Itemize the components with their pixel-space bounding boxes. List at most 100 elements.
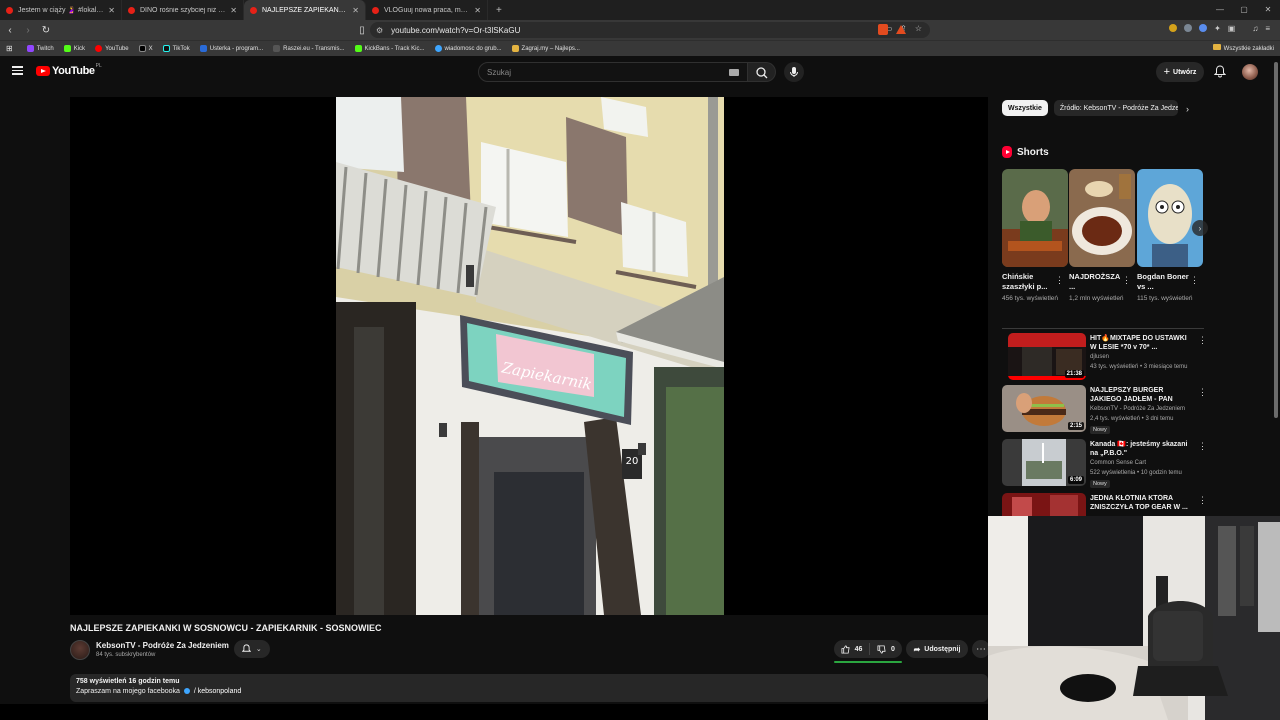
more-vert-icon[interactable]: ⋮	[1055, 275, 1064, 286]
star-icon[interactable]: ☆	[915, 24, 922, 33]
bookmark-raszei[interactable]: Raszei.eu - Transmis...	[273, 45, 345, 52]
browser-tab[interactable]: DINO rośnie szybciej niż UDL - jak w... …	[122, 0, 244, 20]
reload-icon[interactable]: ↻	[38, 25, 54, 36]
bookmark-kickbans[interactable]: KickBans - Track Kic...	[354, 45, 425, 52]
share-button[interactable]: ➦ Udostępnij	[906, 640, 968, 658]
browser-tab[interactable]: Jestem w ciąży 🤰 #lokal2311 #ciąża ... ✕	[0, 0, 122, 20]
channel-name[interactable]: djlusen	[1090, 354, 1109, 360]
chip-all[interactable]: Wszystkie	[1002, 100, 1048, 116]
video-thumbnail-image: Zapiekarnik 20	[336, 97, 724, 615]
extension-icon[interactable]	[1184, 24, 1193, 32]
maximize-icon[interactable]: ▢	[1232, 0, 1256, 20]
more-vert-icon[interactable]: ⋮	[1198, 441, 1207, 452]
bookmark-x[interactable]: X	[138, 45, 153, 52]
video-title[interactable]: HIT🔥MIXTAPE DO USTAWKI W LESIE *70 v 70*…	[1090, 334, 1194, 352]
video-title[interactable]: NAJLEPSZY BURGER JAKIEGO JADŁEM - PAN BU…	[1090, 386, 1194, 404]
account-avatar[interactable]	[1242, 64, 1258, 80]
like-button[interactable]: 46	[834, 643, 870, 655]
minimize-icon[interactable]: —	[1208, 0, 1232, 20]
video-thumbnail[interactable]: 6:09	[1002, 439, 1086, 486]
chip-source[interactable]: Źródło: KebsonTV - Podróże Za Jedzeniem	[1053, 100, 1178, 116]
video-title[interactable]: Kanada 🇨🇦: jesteśmy skazani na „P.B.O."	[1090, 440, 1194, 458]
close-icon[interactable]: ✕	[230, 6, 237, 15]
bookmark-usterka[interactable]: Usterka - program...	[199, 45, 264, 52]
more-vert-icon[interactable]: ⋮	[1198, 335, 1207, 346]
short-title[interactable]: Bogdan Boner vs ...	[1137, 272, 1193, 292]
media-icon[interactable]: ♫	[1252, 24, 1258, 33]
create-button[interactable]: + Utwórz	[1156, 62, 1204, 82]
bookmark-label: Usterka - program...	[209, 45, 264, 52]
channel-name[interactable]: KebsonTV - Podróże Za Jedzeniem	[96, 641, 229, 650]
short-item[interactable]: NAJDROŻSZA ... 1,2 mln wyświetleń ⋮	[1069, 169, 1135, 304]
bookmark-wiadomosc[interactable]: wiadomosc do grub...	[434, 45, 502, 52]
puzzle-icon[interactable]: ✦	[1214, 24, 1221, 33]
search-button[interactable]	[748, 62, 776, 82]
short-item[interactable]: Bogdan Boner vs ... 115 tys. wyświetleń …	[1137, 169, 1203, 304]
rewards-icon[interactable]	[896, 25, 906, 34]
subscription-bell-button[interactable]: ⌄	[234, 640, 270, 658]
chevron-right-icon[interactable]: ›	[1186, 104, 1189, 114]
brave-shield-icon[interactable]	[878, 24, 888, 35]
keyboard-icon[interactable]	[729, 69, 739, 76]
short-title[interactable]: NAJDROŻSZA ...	[1069, 272, 1125, 292]
bookmark-zagraj[interactable]: Zagraj.my – Najleps...	[511, 45, 580, 52]
address-bar[interactable]: ⚙ youtube.com/watch?v=Or-t3lSKaGU ▭ ⇪ ☆	[370, 22, 930, 38]
channel-name[interactable]: KebsonTV - Podróże Za Jedzeniem	[1090, 406, 1185, 412]
extension-icon[interactable]	[1169, 24, 1178, 32]
recommended-video[interactable]: 2:15 NAJLEPSZY BURGER JAKIEGO JADŁEM - P…	[1002, 385, 1207, 435]
menu-icon[interactable]	[12, 66, 23, 75]
close-window-icon[interactable]: ✕	[1256, 0, 1280, 20]
sidebar-icon[interactable]: ▣	[1228, 24, 1236, 33]
extension-icon[interactable]	[1199, 24, 1208, 32]
video-thumbnail[interactable]: 21:38	[1008, 333, 1086, 380]
notifications-button[interactable]	[1213, 65, 1227, 81]
short-thumbnail[interactable]	[1069, 169, 1135, 267]
close-icon[interactable]: ✕	[352, 6, 359, 15]
browser-tab[interactable]: VLOGuuj nowa praca, moje przedmio... ✕	[366, 0, 488, 20]
short-thumbnail[interactable]	[1002, 169, 1068, 267]
more-vert-icon[interactable]: ⋮	[1122, 275, 1131, 286]
video-duration: 21:38	[1064, 370, 1084, 378]
site-info-icon[interactable]: ⚙	[376, 26, 383, 35]
back-icon[interactable]: ‹	[2, 25, 18, 36]
bookmark-tiktok[interactable]: TikTok	[162, 45, 190, 52]
apps-icon[interactable]: ⊞	[6, 44, 13, 53]
bookmark-twitch[interactable]: Twitch	[26, 45, 54, 52]
all-bookmarks[interactable]: Wszystkie zakładki	[1212, 44, 1274, 52]
bookmarks-bar: ⊞ Twitch Kick YouTube X TikTok Usterka -…	[0, 40, 1280, 56]
video-thumbnail[interactable]: 2:15	[1002, 385, 1086, 432]
search-input[interactable]	[487, 68, 717, 77]
bookmark-kick[interactable]: Kick	[63, 45, 85, 52]
youtube-logo[interactable]: YouTube PL	[36, 63, 102, 77]
more-vert-icon[interactable]: ⋮	[1198, 387, 1207, 398]
bookmark-icon[interactable]: ▯	[354, 25, 370, 36]
close-icon[interactable]: ✕	[108, 6, 115, 15]
short-title[interactable]: Chińskie szaszłyki p...	[1002, 272, 1058, 292]
short-thumbnail[interactable]	[1137, 169, 1203, 267]
recommended-video[interactable]: 6:09 Kanada 🇨🇦: jesteśmy skazani na „P.B…	[1002, 439, 1207, 489]
chevron-right-icon[interactable]: ›	[1192, 220, 1208, 236]
bookmark-youtube[interactable]: YouTube	[95, 45, 129, 52]
youtube-header: YouTube PL + Utwórz	[0, 56, 1280, 88]
site-icon	[273, 45, 281, 52]
channel-name[interactable]: Common Sense Cart	[1090, 460, 1146, 466]
forward-icon[interactable]: ›	[20, 25, 36, 36]
voice-search-button[interactable]	[784, 62, 804, 82]
facebook-link[interactable]: / kebsonpoland	[194, 688, 241, 695]
new-tab-icon[interactable]: +	[496, 5, 502, 16]
recommended-video[interactable]: 21:38 HIT🔥MIXTAPE DO USTAWKI W LESIE *70…	[1002, 333, 1207, 383]
shorts-title: Shorts	[1017, 146, 1049, 158]
description-box[interactable]: 758 wyświetleń 16 godzin temu Zapraszam …	[70, 674, 988, 702]
more-vert-icon[interactable]: ⋮	[1198, 495, 1207, 506]
short-item[interactable]: Chińskie szaszłyki p... 456 tys. wyświet…	[1002, 169, 1068, 304]
video-title[interactable]: JEDNA KŁÓTNIA KTÓRA ZNISZCZYŁA TOP GEAR …	[1090, 494, 1194, 512]
close-icon[interactable]: ✕	[474, 6, 481, 15]
video-duration: 6:09	[1067, 476, 1084, 484]
page-scrollbar[interactable]	[1274, 62, 1278, 418]
video-player[interactable]: Zapiekarnik 20	[70, 97, 988, 615]
menu-icon[interactable]: ≡	[1265, 24, 1270, 33]
more-vert-icon[interactable]: ⋮	[1190, 275, 1199, 286]
channel-avatar[interactable]	[70, 640, 90, 660]
browser-tab-active[interactable]: NAJLEPSZE ZAPIEKANKI W SO... ✕	[244, 0, 366, 20]
dislike-button[interactable]: 0	[870, 644, 902, 654]
